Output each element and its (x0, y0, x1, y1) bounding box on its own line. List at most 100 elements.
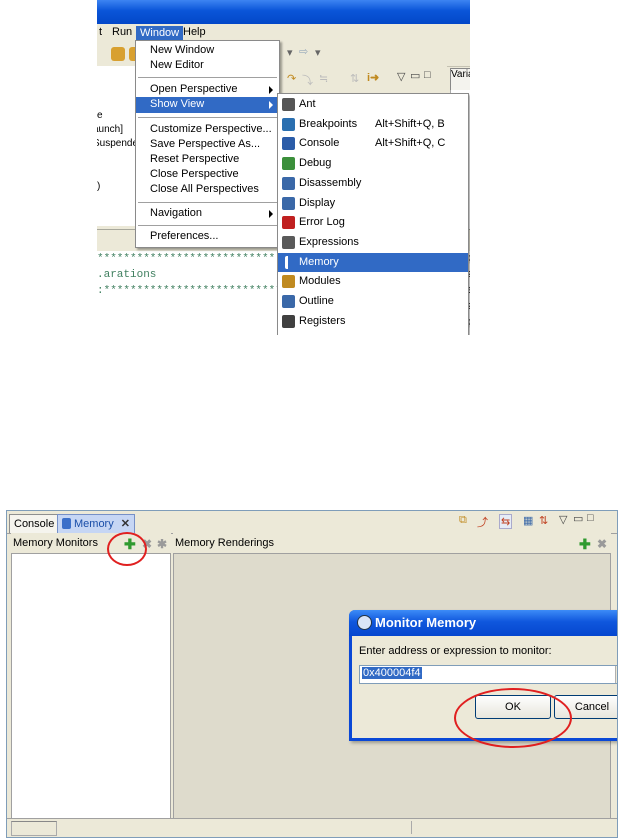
show-view-item-label: Breakpoints (299, 117, 358, 130)
cancel-button-label: Cancel (574, 701, 610, 713)
dialog-title-bar[interactable]: Monitor Memory ✕ (349, 610, 617, 636)
forward-dropdown-icon[interactable]: ▾ (315, 46, 321, 59)
show-view-item-label: Modules (299, 275, 341, 288)
ant-icon (282, 98, 295, 111)
menu-item-customize-perspective[interactable]: Customize Perspective... (136, 122, 279, 138)
address-expression-combo[interactable]: 0x400004f4 ▼ (359, 665, 617, 684)
status-field (11, 821, 57, 836)
debug-tree-line: Suspende (97, 138, 139, 149)
menu-item-new-window[interactable]: New Window (136, 43, 279, 59)
new-tab-icon[interactable]: ⧉ (459, 514, 467, 527)
show-view-item-label: Ant (299, 98, 316, 110)
view-menu-icon[interactable]: ▽ (397, 70, 405, 83)
menu-item-navigation[interactable]: Navigation (136, 206, 279, 222)
dropdown-icon[interactable]: ▾ (287, 46, 293, 59)
step-over-icon[interactable]: ≒ (319, 72, 328, 85)
show-view-item-breakpoints[interactable]: Breakpoints Alt+Shift+Q, B (278, 115, 468, 134)
menu-item-close-perspective[interactable]: Close Perspective (136, 167, 279, 183)
menu-item-save-perspective-as[interactable]: Save Perspective As... (136, 137, 279, 153)
maximize-icon[interactable]: □ (587, 512, 594, 524)
memory-icon (62, 518, 71, 529)
outline-icon (282, 295, 295, 308)
show-view-item-label: Outline (299, 295, 334, 307)
memory-icon (285, 255, 294, 269)
use-step-filters-icon[interactable]: ⇅ (350, 72, 359, 85)
show-view-item-label: Debug (299, 157, 332, 170)
menu-item-preferences[interactable]: Preferences... (136, 229, 279, 245)
minimize-icon[interactable]: ▭ (573, 512, 583, 525)
eclipse-icon (357, 615, 372, 630)
show-view-item-ant[interactable]: Ant (278, 95, 468, 114)
toggle-orientation-icon[interactable]: ⇅ (539, 514, 548, 527)
disassembly-icon (282, 176, 295, 190)
show-view-item-label: Registers (299, 314, 346, 327)
show-view-item-disassembly[interactable]: Disassembly (278, 174, 468, 193)
link-with-editor-icon[interactable]: ⇆ (499, 514, 513, 529)
debug-tree-line: ) (97, 181, 101, 192)
display-icon (282, 196, 295, 210)
memory-monitors-title: Memory Monitors (13, 537, 98, 549)
remove-all-monitors-icon: ✱ (157, 537, 168, 551)
address-input-value[interactable]: 0x400004f4 (362, 667, 422, 679)
menu-item-show-view[interactable]: Show View (136, 97, 279, 113)
toggle-split-icon[interactable]: ▦ (523, 514, 533, 527)
show-view-item-memory[interactable]: Memory (278, 252, 468, 272)
combo-dropdown-button[interactable]: ▼ (615, 666, 617, 683)
show-view-item-label: Memory (299, 255, 339, 268)
show-view-item-debug[interactable]: Debug (278, 154, 468, 173)
memory-view-screenshot: Console Memory ✕ ⧉ ⤴ ⇆ ▦ ⇅ ▽ ▭ □ Memory … (6, 510, 618, 838)
view-menu-icon[interactable]: ▽ (559, 513, 567, 526)
show-view-item-modules[interactable]: Modules (278, 272, 468, 291)
tab-memory[interactable]: Memory ✕ (57, 514, 136, 533)
memory-monitors-list[interactable] (11, 553, 171, 823)
dialog-prompt: Enter address or expression to monitor: (359, 645, 552, 657)
code-line: .arations (97, 269, 157, 281)
menu-window[interactable]: Window (136, 26, 184, 40)
code-line: :*************************** (97, 285, 282, 297)
tab-console[interactable]: Console (9, 514, 60, 533)
menu-run[interactable]: Run (112, 26, 132, 38)
menu-navigate[interactable]: t (99, 26, 102, 38)
memory-monitors-pane: Memory Monitors ✚ ✖ ✱ (11, 533, 171, 825)
menu-item-reset-perspective[interactable]: Reset Perspective (136, 152, 279, 168)
menu-help[interactable]: Help (183, 26, 206, 38)
close-tab-icon[interactable]: ✕ (121, 518, 130, 530)
show-view-item-expressions[interactable]: Expressions (278, 233, 468, 252)
forward-arrow-icon[interactable]: ⇨ (299, 45, 308, 58)
shortcut-label: Alt+Shift+Q, C (375, 137, 446, 150)
debug-icon (282, 157, 295, 171)
add-rendering-icon[interactable]: ✚ (579, 536, 591, 553)
show-view-item-display[interactable]: Display (278, 194, 468, 213)
dialog-title: Monitor Memory (375, 615, 477, 630)
menu-item-new-editor[interactable]: New Editor (136, 58, 279, 74)
menu-item-close-all-perspectives[interactable]: Close All Perspectives (136, 182, 279, 198)
status-field (411, 821, 612, 834)
tab-variables-label: Varia (451, 69, 470, 80)
step-into-icon[interactable]: ⤵ (302, 72, 313, 88)
drop-to-frame-icon[interactable]: i➜ (367, 71, 379, 84)
export-icon[interactable]: ⤴ (477, 514, 488, 530)
menu-item-open-perspective[interactable]: Open Perspective (136, 82, 279, 98)
window-title-bar (97, 0, 470, 24)
tab-memory-label: Memory (74, 518, 114, 530)
minimize-icon[interactable]: ▭ (410, 69, 420, 82)
show-view-item-error-log[interactable]: Error Log (278, 213, 468, 232)
show-view-item-outline[interactable]: Outline (278, 292, 468, 311)
status-bar (7, 818, 617, 837)
breakpoints-icon (282, 117, 295, 131)
console-icon (282, 137, 295, 151)
perspective-icon[interactable] (111, 47, 125, 61)
shortcut-label: Alt+Shift+Q, B (375, 117, 445, 130)
tab-variables[interactable]: Varia (450, 68, 470, 91)
submenu-arrow-icon (269, 210, 273, 218)
registers-icon (282, 314, 295, 328)
eclipse-window-menu-screenshot: t Run Window Help ▾ ⇨ ▾ e aunch] Suspend… (97, 0, 470, 335)
debug-view-pane: e aunch] Suspende ) (97, 66, 139, 226)
show-view-item-console[interactable]: Console Alt+Shift+Q, C (278, 134, 468, 153)
menu-separator (138, 117, 277, 118)
memory-renderings-title: Memory Renderings (175, 537, 275, 549)
maximize-icon[interactable]: □ (424, 69, 431, 81)
step-icon[interactable]: ↷ (287, 72, 296, 85)
show-view-item-registers[interactable]: Registers (278, 312, 468, 331)
tab-console-label: Console (14, 518, 55, 530)
